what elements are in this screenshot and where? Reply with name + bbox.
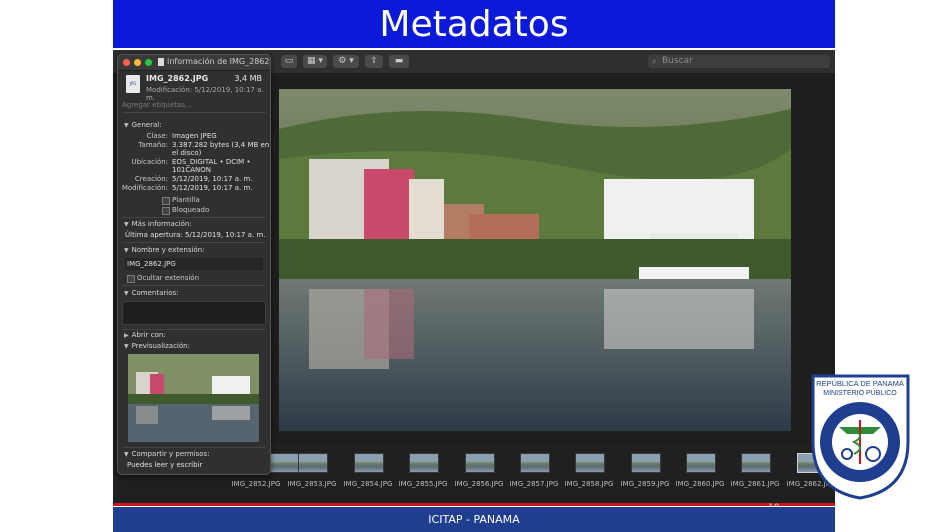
thumbnail[interactable] (631, 453, 661, 473)
thumbnail-label: IMG_2854.JPG (343, 480, 393, 488)
section-name-ext[interactable]: ▼ Nombre y extensión: (124, 246, 205, 254)
size-value-cont: el disco) (172, 149, 202, 157)
section-more-info-label: Más información: (131, 220, 192, 228)
section-general-label: General: (131, 121, 162, 129)
section-general[interactable]: ▼ General: (124, 121, 162, 129)
section-comments-label: Comentarios: (131, 289, 179, 297)
divider (122, 242, 266, 243)
last-opened: Última apertura: 5/12/2019, 10:17 a. m. (125, 231, 266, 239)
divider (122, 285, 266, 286)
thumbnail[interactable] (686, 453, 716, 473)
thumbnail[interactable] (575, 453, 605, 473)
jpg-file-icon: JPG (126, 75, 140, 93)
search-input[interactable]: ⌕ Buscar (648, 55, 830, 68)
permissions-value: Puedes leer y escribir (127, 461, 203, 469)
hide-extension-checkbox[interactable] (127, 275, 135, 283)
location-label: Ubicación: (131, 158, 168, 166)
thumbnail-label: IMG_2857.JPG (509, 480, 559, 488)
thumbnail[interactable] (741, 453, 771, 473)
disclosure-open-icon: ▼ (124, 221, 129, 228)
disclosure-open-icon: ▼ (124, 451, 129, 458)
thumbnail-label: IMG_2858.JPG (564, 480, 614, 488)
disclosure-open-icon: ▼ (124, 343, 129, 350)
disclosure-closed-icon: ▶ (124, 332, 129, 339)
location-value: EOS_DIGITAL • DCIM • (172, 158, 251, 166)
created-value: 5/12/2019, 10:17 a. m. (172, 175, 253, 183)
info-window-title: Información de IMG_2862... (167, 57, 271, 66)
section-open-with[interactable]: ▶ Abrir con: (124, 331, 166, 339)
general-details: Clase: Imagen JPEG Tamaño: 3.387.282 byt… (118, 132, 270, 202)
seal-top-line-2: MINISTERIO PÚBLICO (823, 388, 897, 397)
thumbnail[interactable] (270, 453, 300, 473)
section-preview[interactable]: ▼ Previsualización: (124, 342, 190, 350)
institute-seal-logo: REPÚBLICA DE PANAMÁ MINISTERIO PÚBLICO (809, 372, 912, 500)
hide-extension-label: Ocultar extensión (137, 274, 200, 282)
disclosure-open-icon: ▼ (124, 290, 129, 297)
divider (122, 329, 266, 330)
comments-field[interactable] (122, 301, 266, 325)
section-sharing[interactable]: ▼ Compartir y permisos: (124, 450, 210, 458)
divider (122, 217, 266, 218)
thumbnail[interactable] (354, 453, 384, 473)
disclosure-open-icon: ▼ (124, 122, 129, 129)
section-preview-label: Previsualización: (131, 342, 190, 350)
document-icon (158, 58, 164, 66)
locked-label: Bloqueado (172, 206, 210, 214)
thumbnail[interactable] (298, 453, 328, 473)
thumbnail-label: IMG_2860.JPG (675, 480, 725, 488)
thumbnail[interactable] (409, 453, 439, 473)
view-single-icon[interactable]: ▭ (281, 55, 297, 68)
footer-stripe (113, 503, 835, 506)
slide-title-bar: Metadatos (113, 0, 835, 48)
name-field[interactable]: IMG_2862.JPG (125, 258, 263, 270)
share-icon[interactable]: ⇪ (365, 55, 383, 68)
footer-text: ICITAP - PANAMA (428, 513, 520, 526)
info-titlebar[interactable]: Información de IMG_2862... (118, 55, 270, 71)
modified-label: Modificación: (121, 184, 168, 192)
thumbnail-label: IMG_2855.JPG (398, 480, 448, 488)
tag-icon[interactable]: ▬ (389, 55, 409, 68)
thumbnail-label: IMG_2859.JPG (620, 480, 670, 488)
section-name-ext-label: Nombre y extensión: (131, 246, 205, 254)
search-icon: ⌕ (652, 57, 657, 66)
section-open-with-label: Abrir con: (131, 331, 166, 339)
zoom-icon[interactable] (145, 59, 152, 66)
seal-top-line-1: REPÚBLICA DE PANAMÁ (816, 379, 904, 388)
section-sharing-label: Compartir y permisos: (131, 450, 210, 458)
location-value-cont: 101CANON (172, 166, 212, 174)
thumbnail[interactable] (520, 453, 550, 473)
gear-icon[interactable]: ⚙ ▾ (333, 55, 359, 68)
created-label: Creación: (134, 175, 168, 183)
thumbnail-label: IMG_2852.JPG (231, 480, 281, 488)
view-grid-icon[interactable]: ▦ ▾ (303, 55, 327, 68)
slide-title: Metadatos (379, 3, 569, 45)
modified-value: 5/12/2019, 10:17 a. m. (172, 184, 253, 192)
file-size: 3,4 MB (234, 74, 262, 83)
size-value: 3.387.282 bytes (3,4 MB en (172, 141, 270, 149)
file-name: IMG_2862.JPG (146, 74, 209, 83)
footer-bar: ICITAP - PANAMA (113, 507, 835, 532)
thumbnail-label: IMG_2856.JPG (454, 480, 504, 488)
thumbnail-label: IMG_2861.JPG (730, 480, 780, 488)
info-panel: Información de IMG_2862... JPG IMG_2862.… (117, 54, 271, 475)
main-photo (279, 89, 791, 431)
class-value: Imagen JPEG (172, 132, 217, 140)
stationery-checkbox[interactable] (162, 197, 170, 205)
stationery-label: Plantilla (172, 196, 200, 204)
search-placeholder: Buscar (662, 56, 693, 66)
thumbnail[interactable] (465, 453, 495, 473)
minimize-icon[interactable] (134, 59, 141, 66)
close-icon[interactable] (123, 59, 130, 66)
thumbnail-label: IMG_2853.JPG (287, 480, 337, 488)
size-label: Tamaño: (138, 141, 168, 149)
section-comments[interactable]: ▼ Comentarios: (124, 289, 179, 297)
divider (122, 447, 266, 448)
preview-image (128, 354, 259, 442)
section-more-info[interactable]: ▼ Más información: (124, 220, 192, 228)
locked-checkbox[interactable] (162, 207, 170, 215)
tags-field[interactable]: Agregar etiquetas... (122, 98, 266, 113)
disclosure-open-icon: ▼ (124, 247, 129, 254)
class-label: Clase: (146, 132, 168, 140)
